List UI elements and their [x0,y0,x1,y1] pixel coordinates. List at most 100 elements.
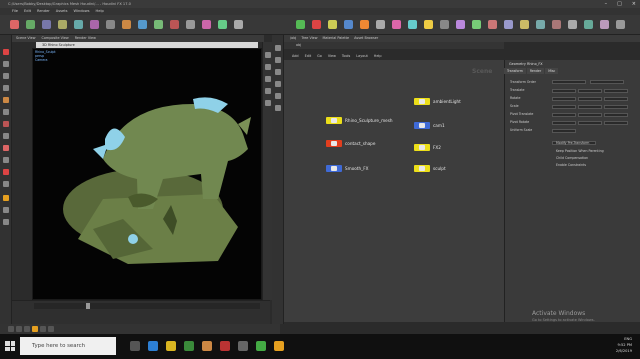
render-region-icon[interactable] [3,169,9,175]
measure-tool-icon[interactable] [3,157,9,163]
menu-go[interactable]: Go [317,53,322,60]
app-icon[interactable] [256,341,266,351]
shelf-tool-icon[interactable] [440,20,449,29]
shelf-tool-icon[interactable] [26,20,35,29]
shelf-tool-icon[interactable] [186,20,195,29]
shelf-tool-icon[interactable] [376,20,385,29]
pose-tool-icon[interactable] [3,109,9,115]
menu-assets[interactable]: Assets [56,8,68,15]
menu-layout[interactable]: Layout [356,53,368,60]
node-body[interactable] [414,98,430,105]
menu-help[interactable]: Help [96,8,104,15]
minimize-button[interactable]: – [605,0,608,8]
rotate-y-field[interactable] [578,97,602,101]
close-button[interactable]: × [632,0,636,8]
taskbar-search-input[interactable]: Type here to search [20,337,116,355]
menu-edit-net[interactable]: Edit [305,53,312,60]
node-body[interactable] [326,165,342,172]
jump-start-button[interactable] [8,326,14,332]
network-tool-icon[interactable] [275,57,281,63]
rotate-z-field[interactable] [604,97,628,101]
uniform-scale-field[interactable] [552,129,576,133]
pivot-rotate-x-field[interactable] [552,121,576,125]
menu-render[interactable]: Render [37,8,50,15]
node-rhino-sculpture-mesh[interactable]: Rhino_Sculpture_mesh [326,117,393,124]
shelf-tool-icon[interactable] [10,20,19,29]
file-explorer-icon[interactable] [166,341,176,351]
shelf-tool-icon[interactable] [122,20,131,29]
jump-end-button[interactable] [48,326,54,332]
3d-viewport[interactable] [32,48,262,300]
network-path[interactable]: obj [284,42,504,49]
chrome-icon[interactable] [184,341,194,351]
light-tool-icon[interactable] [3,219,9,225]
app-icon[interactable] [238,341,248,351]
task-view-icon[interactable] [130,341,140,351]
menu-tools[interactable]: Tools [342,53,350,60]
windows-start-icon[interactable] [5,341,15,351]
shelf-tool-icon[interactable] [408,20,417,29]
scale-y-field[interactable] [578,105,602,109]
param-checkbox-label[interactable]: Child Compensation [556,156,588,161]
move-tool-icon[interactable] [3,61,9,67]
shelf-tool-icon[interactable] [202,20,211,29]
node-cam1[interactable]: cam1 [414,122,445,129]
shelf-tool-icon[interactable] [328,20,337,29]
tab-transform[interactable]: Transform [504,68,526,74]
node-ambient-light[interactable]: ambientLight [414,98,461,105]
node-body[interactable] [326,117,342,124]
node-smooth-fx[interactable]: Smooth_FX [326,165,369,172]
timeline-track[interactable] [34,303,260,309]
display-option-icon[interactable] [265,52,271,58]
rotate-x-field[interactable] [552,97,576,101]
node-body[interactable] [414,165,430,172]
node-sculpt[interactable]: sculpt [414,165,446,172]
brush-tool-icon[interactable] [3,121,9,127]
pivot-rotate-y-field[interactable] [578,121,602,125]
shelf-tool-icon[interactable] [424,20,433,29]
tab-asset-browser[interactable]: Asset Browser [354,35,378,42]
translate-z-field[interactable] [604,89,628,93]
shelf-tool-icon[interactable] [154,20,163,29]
shelf-tool-icon[interactable] [536,20,545,29]
shelf-tool-icon[interactable] [312,20,321,29]
camera-tool-icon[interactable] [3,181,9,187]
shelf-tool-icon[interactable] [42,20,51,29]
shelf-tool-icon[interactable] [568,20,577,29]
view-tool-icon[interactable] [3,133,9,139]
shelf-tool-icon[interactable] [392,20,401,29]
rotate-order-select[interactable] [590,80,624,84]
pivot-rotate-z-field[interactable] [604,121,628,125]
shelf-tool-icon[interactable] [520,20,529,29]
shelf-tool-icon[interactable] [58,20,67,29]
shelf-tool-icon[interactable] [170,20,179,29]
network-tool-icon[interactable] [275,93,281,99]
edge-browser-icon[interactable] [148,341,158,351]
menu-file[interactable]: File [12,8,18,15]
shelf-tool-icon[interactable] [90,20,99,29]
highlight-tool-icon[interactable] [3,195,9,201]
shelf-tool-icon[interactable] [552,20,561,29]
node-body[interactable] [414,122,430,129]
shelf-tool-icon[interactable] [488,20,497,29]
translate-y-field[interactable] [578,89,602,93]
display-option-icon[interactable] [265,76,271,82]
pivot-y-field[interactable] [578,113,602,117]
menu-edit[interactable]: Edit [24,8,31,15]
shelf-tool-icon[interactable] [344,20,353,29]
node-fx2[interactable]: FX2 [414,144,441,151]
transform-order-select[interactable] [552,80,586,84]
shelf-tool-icon[interactable] [74,20,83,29]
shelf-tool-icon[interactable] [218,20,227,29]
network-tool-icon[interactable] [275,81,281,87]
handle-tool-icon[interactable] [3,97,9,103]
shelf-tool-icon[interactable] [472,20,481,29]
node-body[interactable] [414,144,430,151]
app-icon[interactable] [274,341,284,351]
tab-render[interactable]: Render [526,68,545,74]
tab-obj[interactable]: /obj [290,35,296,42]
param-checkbox-label[interactable]: Keep Position When Parenting [556,149,604,154]
tab-misc[interactable]: Misc [545,68,559,74]
tab-composite-view[interactable]: Composite View [41,35,68,42]
shelf-tool-icon[interactable] [504,20,513,29]
